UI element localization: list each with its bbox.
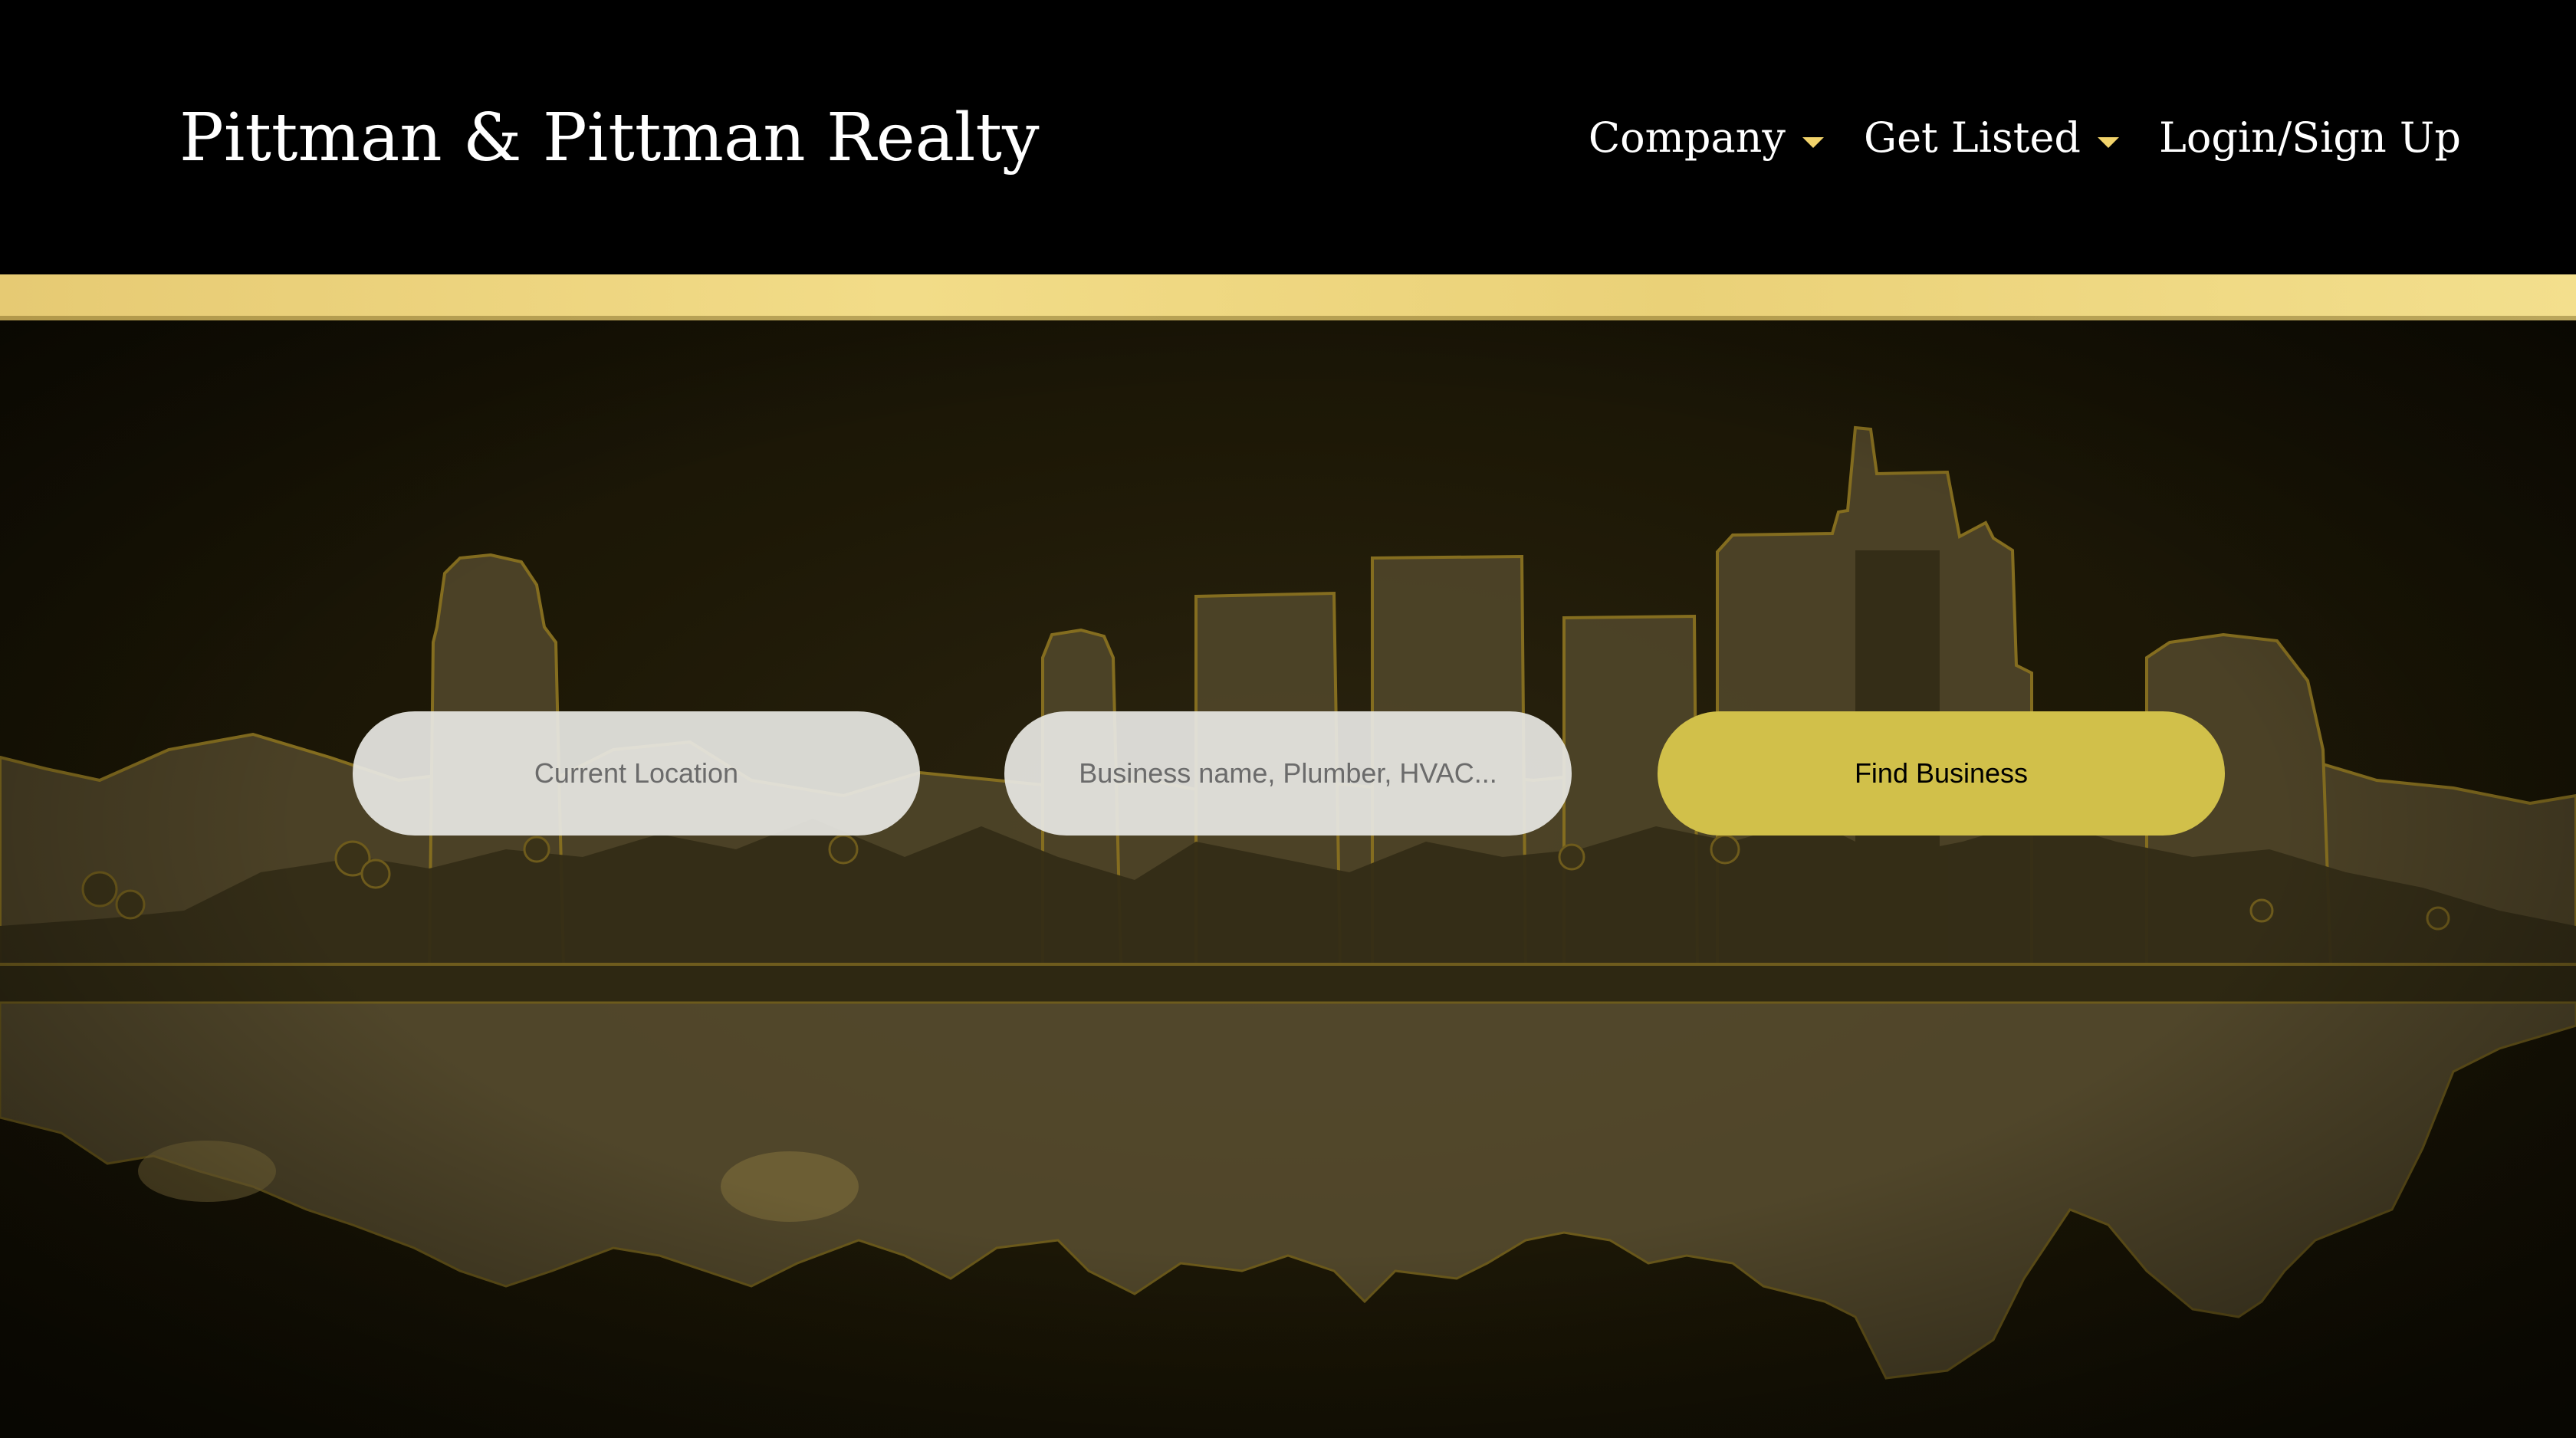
nav-item-login-signup[interactable]: Login/Sign Up (2159, 98, 2461, 178)
gold-divider-band (0, 274, 2576, 320)
business-search-form: Find Business (0, 711, 2576, 836)
nav-item-label: Get Listed (1863, 113, 2081, 162)
nav-item-label: Login/Sign Up (2158, 113, 2461, 162)
find-business-button[interactable]: Find Business (1658, 711, 2225, 836)
chevron-down-icon (1802, 137, 1824, 148)
business-search-input[interactable] (1004, 711, 1572, 836)
nav-item-label: Company (1588, 113, 1786, 162)
location-input[interactable] (353, 711, 920, 836)
site-header: Pittman & Pittman Realty Company Get Lis… (0, 0, 2576, 274)
nav-item-company[interactable]: Company (1589, 98, 1824, 178)
nav-item-get-listed[interactable]: Get Listed (1864, 98, 2119, 178)
hero-section (0, 320, 2576, 1438)
chevron-down-icon (2097, 137, 2119, 148)
main-nav: Company Get Listed Login/Sign Up (1589, 98, 2461, 178)
site-logo[interactable]: Pittman & Pittman Realty (179, 92, 1040, 184)
city-skyline-illustration (0, 320, 2576, 1438)
